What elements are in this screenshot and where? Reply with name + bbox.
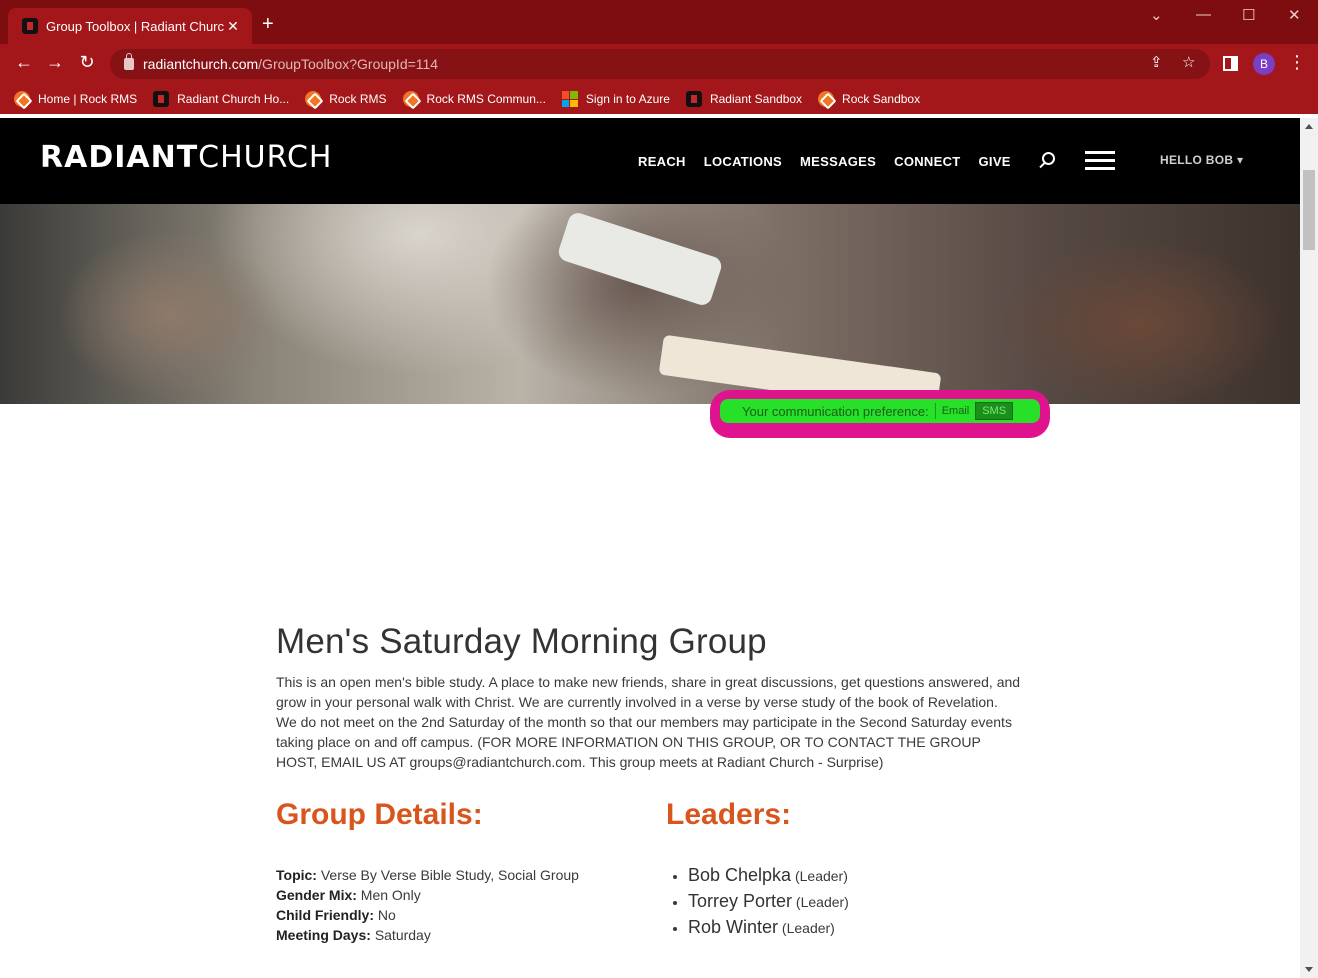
bookmark-rock-rms-community[interactable]: Rock RMS Commun... [402, 91, 546, 107]
user-menu[interactable]: HELLO BOB ▾ [1160, 153, 1243, 167]
bookmark-label: Home | Rock RMS [38, 92, 138, 106]
preference-email-option[interactable]: Email [934, 403, 976, 419]
group-content: Men's Saturday Morning Group This is an … [276, 622, 1036, 772]
browser-toolbar: ← → ↻ radiantchurch.com/GroupToolbox?Gro… [0, 44, 1318, 84]
logo-church: CHURCH [198, 140, 333, 175]
lock-icon[interactable] [124, 53, 134, 70]
rock-icon [818, 91, 835, 107]
detail-gender-mix: Gender Mix: Men Only [276, 887, 421, 903]
nav-locations[interactable]: LOCATIONS [704, 154, 782, 169]
radiant-favicon-icon [22, 18, 38, 34]
close-window-icon[interactable]: ✕ [1288, 6, 1301, 24]
preference-label: Your communication preference: [742, 403, 929, 419]
bookmark-star-icon[interactable]: ☆ [1182, 53, 1195, 71]
microsoft-icon [561, 91, 578, 107]
leader-item: Bob Chelpka (Leader) [688, 863, 849, 889]
scroll-down-icon[interactable] [1305, 967, 1313, 972]
bookmark-label: Rock RMS [329, 92, 387, 106]
detail-child-friendly: Child Friendly: No [276, 907, 396, 923]
tab-search-icon[interactable]: ⌄ [1150, 6, 1163, 24]
detail-topic: Topic: Verse By Verse Bible Study, Socia… [276, 867, 579, 883]
bookmarks-bar: Home | Rock RMS Radiant Church Ho... Roc… [0, 84, 1318, 114]
close-tab-icon[interactable]: ✕ [224, 18, 242, 35]
main-nav: REACH LOCATIONS MESSAGES CONNECT GIVE [638, 154, 1029, 169]
scroll-thumb[interactable] [1303, 170, 1315, 250]
radiant-icon [153, 91, 170, 107]
logo-radiant: RADIANT [40, 140, 199, 175]
bookmark-radiant-sandbox[interactable]: Radiant Sandbox [685, 91, 803, 107]
bookmark-label: Sign in to Azure [585, 92, 670, 106]
bookmark-radiant-church-home[interactable]: Radiant Church Ho... [153, 91, 289, 107]
minimize-icon[interactable]: — [1196, 6, 1211, 23]
nav-messages[interactable]: MESSAGES [800, 154, 876, 169]
preference-sms-option[interactable]: SMS [975, 402, 1014, 420]
rock-icon [14, 91, 30, 107]
rock-icon [305, 91, 322, 107]
hello-label: HELLO BOB [1160, 153, 1234, 167]
forward-arrow-icon[interactable]: → [43, 52, 67, 73]
url-host: radiantchurch.com [143, 56, 259, 72]
side-panel-icon[interactable] [1223, 56, 1238, 71]
communication-preference-bar: Your communication preference: Email SMS [720, 399, 1040, 423]
browser-tab-bar: Group Toolbox | Radiant Church ✕ + ⌄ — ☐… [0, 0, 1318, 44]
maximize-icon[interactable]: ☐ [1242, 6, 1255, 24]
preference-highlight: Your communication preference: Email SMS [710, 390, 1050, 438]
browser-tab[interactable]: Group Toolbox | Radiant Church ✕ [8, 8, 252, 44]
bookmark-rock-sandbox[interactable]: Rock Sandbox [818, 91, 920, 107]
nav-reach[interactable]: REACH [638, 154, 686, 169]
group-title: Men's Saturday Morning Group [276, 622, 767, 661]
leaders-list: Bob Chelpka (Leader) Torrey Porter (Lead… [688, 863, 849, 941]
bookmark-label: Radiant Church Ho... [177, 92, 290, 106]
browser-menu-icon[interactable]: ⋮ [1288, 52, 1306, 73]
bookmark-label: Radiant Sandbox [709, 92, 803, 106]
detail-meeting-days: Meeting Days: Saturday [276, 927, 431, 943]
share-icon[interactable]: ⇪ [1150, 53, 1163, 71]
group-details: Topic: Verse By Verse Bible Study, Socia… [276, 865, 579, 945]
tab-title: Group Toolbox | Radiant Church [46, 18, 224, 34]
nav-give[interactable]: GIVE [979, 154, 1011, 169]
page-scrollbar[interactable] [1300, 118, 1318, 978]
scroll-up-icon[interactable] [1305, 124, 1313, 129]
url-path: /GroupToolbox?GroupId=114 [258, 56, 439, 72]
group-details-heading: Group Details: [276, 798, 483, 831]
address-bar[interactable]: radiantchurch.com/GroupToolbox?GroupId=1… [110, 49, 1210, 79]
radiant-icon [685, 91, 702, 107]
bookmark-home-rock-rms[interactable]: Home | Rock RMS [14, 91, 137, 107]
site-logo[interactable]: RADIANTCHURCH [40, 140, 333, 175]
bookmark-label: Rock Sandbox [842, 92, 921, 106]
reload-icon[interactable]: ↻ [75, 52, 99, 73]
bookmark-rock-rms[interactable]: Rock RMS [305, 91, 387, 107]
bookmark-sign-in-azure[interactable]: Sign in to Azure [561, 91, 670, 107]
leader-item: Torrey Porter (Leader) [688, 889, 849, 915]
profile-avatar[interactable]: B [1253, 53, 1275, 75]
hamburger-menu-icon[interactable] [1085, 151, 1115, 171]
rock-icon [402, 91, 419, 107]
group-description: This is an open men's bible study. A pla… [276, 674, 1021, 770]
leader-item: Rob Winter (Leader) [688, 915, 849, 941]
page-viewport: RADIANTCHURCH REACH LOCATIONS MESSAGES C… [0, 118, 1300, 978]
hero-image [0, 204, 1300, 404]
bookmark-label: Rock RMS Commun... [426, 92, 546, 106]
back-arrow-icon[interactable]: ← [12, 52, 36, 73]
new-tab-button[interactable]: + [262, 14, 274, 34]
chevron-down-icon: ▾ [1237, 153, 1244, 167]
site-header: RADIANTCHURCH REACH LOCATIONS MESSAGES C… [0, 118, 1300, 204]
leaders-heading: Leaders: [666, 798, 792, 831]
hero-phone-shape [556, 210, 724, 308]
search-icon[interactable] [1042, 152, 1055, 165]
nav-connect[interactable]: CONNECT [894, 154, 960, 169]
